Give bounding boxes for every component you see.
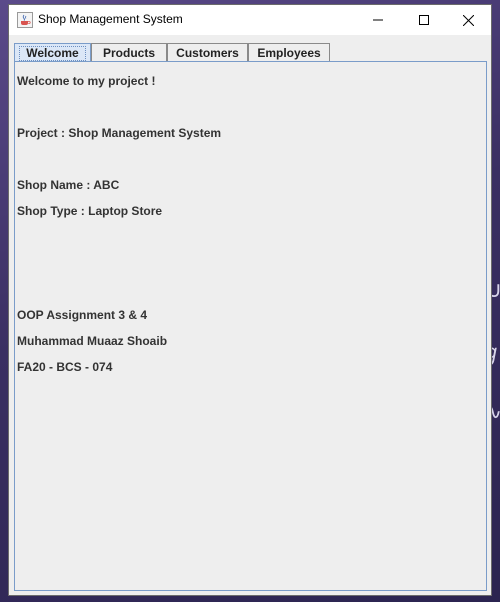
close-icon bbox=[462, 14, 474, 26]
shop-name-text: Shop Name : ABC bbox=[17, 178, 120, 192]
tab-employees[interactable]: Employees bbox=[248, 43, 330, 62]
tab-products[interactable]: Products bbox=[91, 43, 167, 62]
greeting-text: Welcome to my project ! bbox=[17, 74, 156, 88]
tab-label: Welcome bbox=[19, 45, 86, 61]
minimize-icon bbox=[373, 15, 383, 25]
roll-number-text: FA20 - BCS - 074 bbox=[17, 360, 113, 374]
tab-customers[interactable]: Customers bbox=[167, 43, 248, 62]
minimize-button[interactable] bbox=[355, 5, 401, 35]
shop-type-text: Shop Type : Laptop Store bbox=[17, 204, 163, 218]
window-title: Shop Management System bbox=[38, 12, 183, 26]
author-text: Muhammad Muaaz Shoaib bbox=[17, 334, 168, 348]
assignment-text: OOP Assignment 3 & 4 bbox=[17, 308, 148, 322]
project-text: Project : Shop Management System bbox=[17, 126, 222, 140]
tab-label: Employees bbox=[257, 46, 321, 60]
java-cup-icon[interactable] bbox=[17, 12, 33, 28]
maximize-icon bbox=[419, 15, 429, 25]
tab-welcome[interactable]: Welcome bbox=[14, 43, 91, 62]
welcome-panel: Welcome to my project ! Project : Shop M… bbox=[14, 61, 487, 591]
tab-label: Products bbox=[102, 46, 155, 60]
maximize-button[interactable] bbox=[401, 5, 447, 35]
close-button[interactable] bbox=[445, 5, 491, 35]
tab-label: Customers bbox=[176, 46, 239, 60]
title-bar[interactable]: Shop Management System bbox=[9, 5, 491, 35]
app-window: Shop Management System Welcome Products … bbox=[8, 4, 492, 596]
